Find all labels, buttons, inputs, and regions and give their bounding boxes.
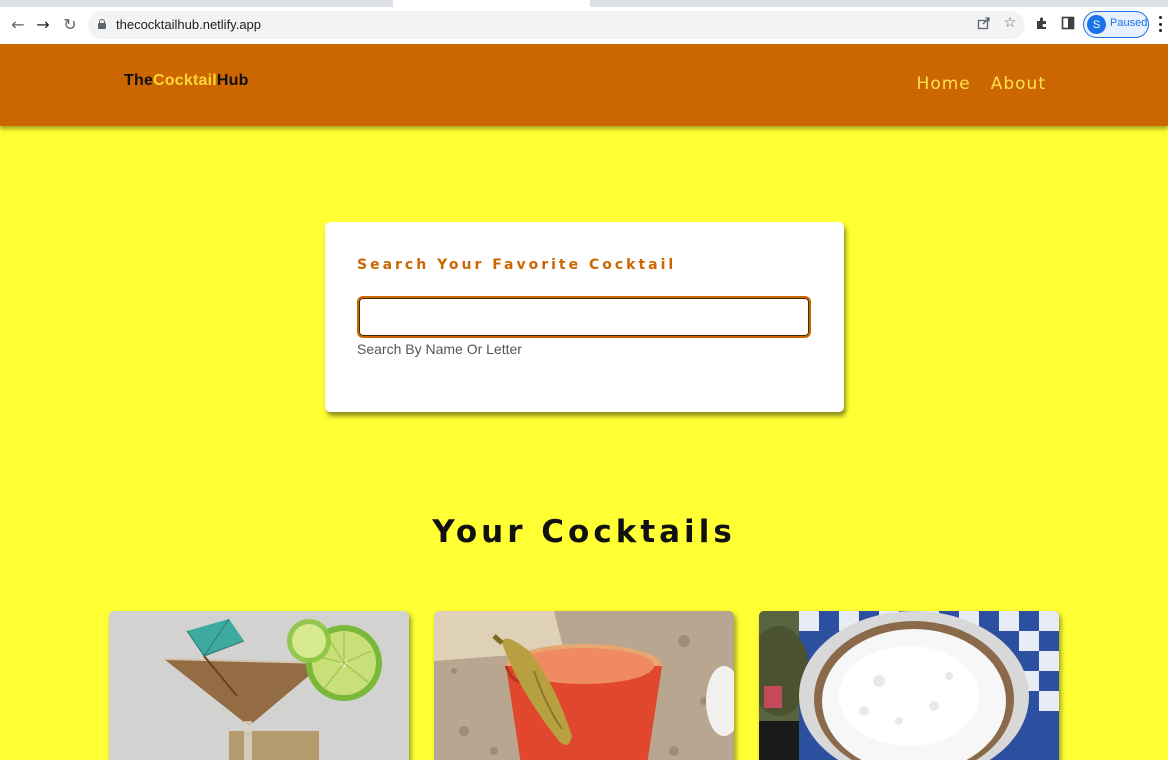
forward-icon[interactable]: → — [33, 14, 53, 34]
active-tab[interactable] — [393, 0, 590, 7]
section-title: Your Cocktails — [432, 514, 736, 550]
search-input[interactable] — [357, 296, 811, 338]
cocktail-image-bloody-mary — [434, 611, 734, 760]
reload-icon[interactable]: ↻ — [60, 14, 80, 34]
url-text: thecocktailhub.netlify.app — [116, 17, 262, 32]
sidepanel-icon[interactable] — [1059, 14, 1077, 32]
search-form: Search Your Favorite Cocktail Search By … — [325, 222, 844, 412]
site-logo[interactable]: TheCocktailHub — [124, 72, 249, 90]
tab-strip — [0, 0, 1168, 7]
nav-links: Home About — [917, 74, 1046, 94]
share-icon[interactable] — [975, 14, 993, 32]
cocktail-image-martini — [109, 611, 409, 760]
logo-part-the: The — [124, 72, 154, 89]
back-icon[interactable]: ← — [8, 14, 28, 34]
cocktail-card-3[interactable] — [759, 611, 1059, 760]
extensions-icon[interactable] — [1033, 14, 1051, 32]
address-bar[interactable]: thecocktailhub.netlify.app — [88, 11, 1025, 39]
profile-status: Paused — [1110, 17, 1148, 29]
nav-link-home[interactable]: Home — [917, 74, 971, 94]
logo-part-hub: Hub — [216, 72, 249, 89]
star-icon[interactable]: ☆ — [1001, 14, 1019, 32]
search-title: Search Your Favorite Cocktail — [357, 257, 677, 273]
cocktail-card-2[interactable] — [434, 611, 734, 760]
lock-icon[interactable] — [98, 19, 106, 29]
logo-part-cocktail: Cocktail — [153, 72, 217, 89]
search-hint: Search By Name Or Letter — [357, 341, 522, 357]
cocktail-card-1[interactable] — [109, 611, 409, 760]
site-navbar: TheCocktailHub Home About — [0, 44, 1168, 126]
browser-chrome: ← → ↻ thecocktailhub.netlify.app ☆ S Pau… — [0, 0, 1168, 44]
menu-icon[interactable] — [1159, 16, 1163, 32]
avatar: S — [1087, 15, 1106, 34]
profile-button[interactable]: S Paused — [1083, 11, 1149, 38]
cocktail-image-coffee — [759, 611, 1059, 760]
nav-link-about[interactable]: About — [991, 74, 1046, 94]
